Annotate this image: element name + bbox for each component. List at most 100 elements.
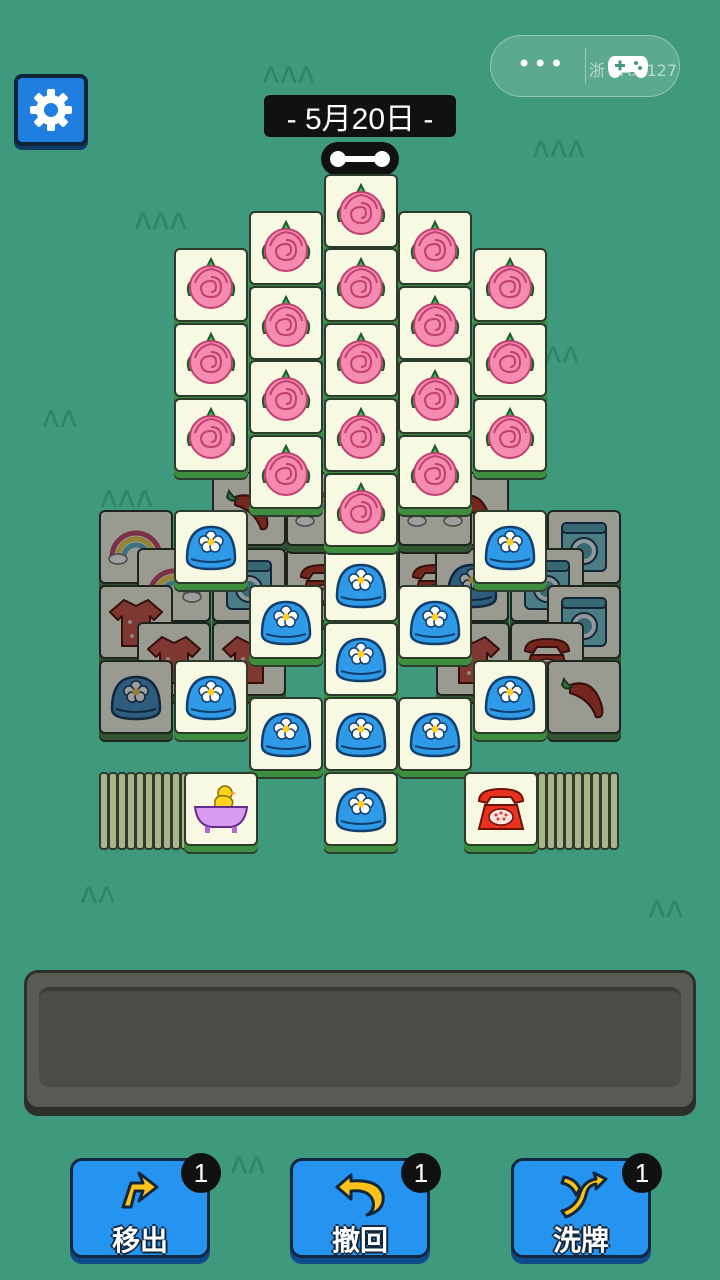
red-telephone-tile[interactable] (464, 772, 538, 846)
rose-icon (186, 406, 236, 459)
blue-bun-icon (110, 675, 162, 721)
bone-indicator (321, 142, 399, 176)
rose-tile[interactable] (249, 211, 323, 285)
rose-icon (485, 406, 535, 459)
rose-tile[interactable] (324, 323, 398, 397)
rose-tile[interactable] (398, 435, 472, 509)
rose-icon (410, 368, 460, 421)
undo-count-badge: 1 (401, 1153, 441, 1193)
blue-bun-tile[interactable] (324, 697, 398, 771)
blue-bun-tile[interactable] (324, 548, 398, 622)
rose-tile[interactable] (324, 174, 398, 248)
move-out-label: 移出 (111, 1224, 168, 1257)
move-out-button[interactable]: 移出 1 (70, 1153, 221, 1258)
gamepad-icon[interactable] (607, 50, 649, 82)
mini-program-capsule[interactable]: ••• 浙 4A:1127 (490, 35, 680, 97)
red-telephone-icon (477, 787, 525, 830)
rose-icon (410, 219, 460, 272)
grass-decoration: ᴧᴧ (648, 890, 684, 925)
gear-icon (30, 89, 72, 131)
rose-tile[interactable] (398, 360, 472, 434)
blue-bun-tile[interactable] (174, 510, 248, 584)
rose-tile[interactable] (473, 323, 547, 397)
rose-tile[interactable] (398, 286, 472, 360)
rose-tile[interactable] (174, 323, 248, 397)
blue-bun-icon (484, 675, 536, 721)
grass-decoration: ᴧᴧ (80, 876, 116, 911)
grass-decoration: ᴧᴧᴧ (532, 130, 586, 165)
grass-decoration: ᴧᴧ (42, 400, 78, 435)
shuffle-count-badge: 1 (622, 1153, 662, 1193)
rose-tile[interactable] (174, 248, 248, 322)
rose-icon (485, 331, 535, 384)
blue-bun-tile (99, 660, 173, 734)
rose-tile[interactable] (249, 286, 323, 360)
rose-tile[interactable] (249, 435, 323, 509)
rose-tile[interactable] (174, 398, 248, 472)
more-menu-icon[interactable]: ••• (517, 50, 565, 78)
rose-icon (336, 331, 386, 384)
blue-bun-icon (260, 712, 312, 758)
rose-tile[interactable] (473, 398, 547, 472)
rose-icon (186, 256, 236, 309)
blue-bun-tile[interactable] (324, 622, 398, 696)
rose-icon (410, 294, 460, 347)
rose-icon (336, 182, 386, 235)
shuffle-button[interactable]: 洗牌 1 (511, 1153, 662, 1258)
rubber-duck-bathtub-tile[interactable] (184, 772, 258, 846)
blue-bun-icon (335, 787, 387, 833)
rose-icon (410, 443, 460, 496)
bone-icon (330, 151, 390, 167)
blue-bun-tile[interactable] (473, 510, 547, 584)
blue-bun-tile[interactable] (398, 585, 472, 659)
chili-pepper-tile (547, 660, 621, 734)
right-tile-stack (609, 772, 619, 850)
blue-bun-tile[interactable] (324, 772, 398, 846)
move-out-icon (121, 1171, 159, 1209)
grass-decoration: ᴧᴧᴧ (134, 202, 188, 237)
blue-bun-tile[interactable] (174, 660, 248, 734)
tile-slot-tray (24, 970, 696, 1110)
undo-button[interactable]: 撤回 1 (290, 1153, 441, 1258)
rose-tile[interactable] (324, 473, 398, 547)
blue-bun-tile[interactable] (249, 585, 323, 659)
blue-bun-icon (335, 712, 387, 758)
tray-slot-area (39, 987, 681, 1087)
blue-bun-tile[interactable] (398, 697, 472, 771)
chili-pepper-icon (560, 676, 604, 719)
rose-icon (186, 331, 236, 384)
date-banner: - 5月20日 - (264, 95, 456, 137)
rose-icon (261, 294, 311, 347)
grass-decoration: ᴧᴧ (230, 1146, 266, 1181)
blue-bun-icon (335, 637, 387, 683)
rose-tile[interactable] (324, 398, 398, 472)
rose-tile[interactable] (473, 248, 547, 322)
move-out-count-badge: 1 (181, 1153, 221, 1193)
blue-bun-icon (185, 525, 237, 571)
blue-bun-icon (409, 712, 461, 758)
blue-bun-tile[interactable] (249, 697, 323, 771)
blue-bun-icon (185, 675, 237, 721)
capsule-divider (585, 48, 586, 84)
rose-icon (261, 443, 311, 496)
rose-icon (485, 256, 535, 309)
undo-arrow-icon (335, 1173, 385, 1217)
shuffle-label: 洗牌 (552, 1224, 609, 1257)
settings-button[interactable] (14, 74, 88, 146)
undo-label: 撤回 (331, 1224, 388, 1257)
blue-bun-icon (260, 600, 312, 646)
shuffle-icon (560, 1171, 608, 1219)
blue-bun-tile[interactable] (473, 660, 547, 734)
rose-icon (261, 219, 311, 272)
rose-icon (336, 481, 386, 534)
rose-tile[interactable] (324, 248, 398, 322)
rubber-duck-bathtub-icon (193, 785, 249, 833)
rose-tile[interactable] (398, 211, 472, 285)
grass-decoration: ᴧᴧ (544, 336, 580, 371)
rose-icon (261, 368, 311, 421)
rose-tile[interactable] (249, 360, 323, 434)
grass-decoration: ᴧᴧᴧ (262, 56, 316, 91)
blue-bun-icon (484, 525, 536, 571)
blue-bun-icon (335, 563, 387, 609)
blue-bun-icon (409, 600, 461, 646)
